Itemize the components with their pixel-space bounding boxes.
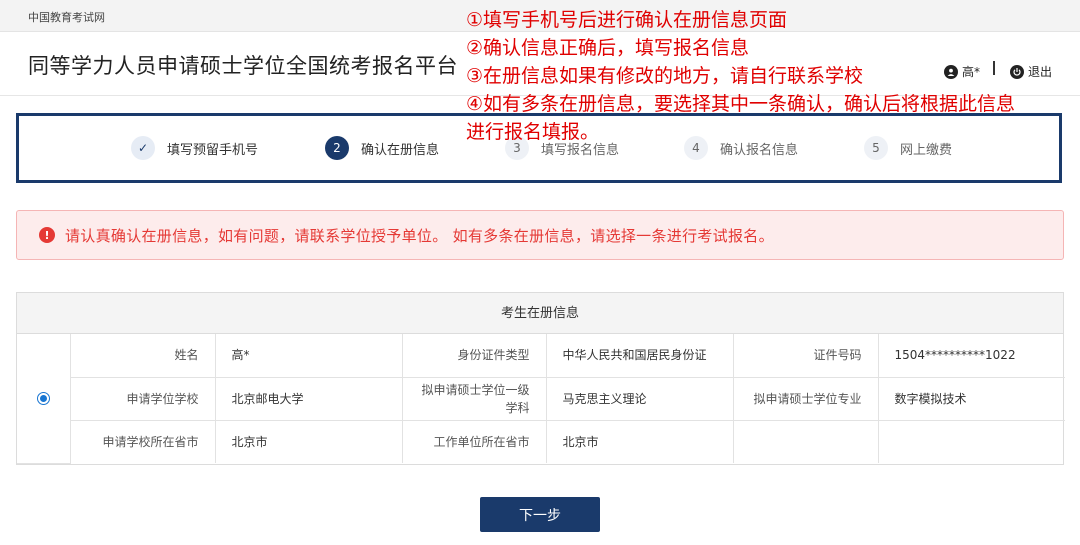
panel-heading: 考生在册信息 xyxy=(17,293,1063,334)
field-label: 申请学位学校 xyxy=(70,377,216,421)
field-value: 高* xyxy=(215,334,403,378)
exclamation-icon: ! xyxy=(39,227,55,243)
table-row: 姓名 高* 身份证件类型 中华人民共和国居民身份证 证件号码 1504*****… xyxy=(17,334,1065,464)
table-row: 申请学位学校 北京邮电大学 拟申请硕士学位一级学科 马克思主义理论 拟申请硕士学… xyxy=(17,377,1065,421)
field-label xyxy=(733,420,879,463)
warning-alert: ! 请认真确认在册信息，如有问题，请联系学位授予单位。 如有多条在册信息，请选择… xyxy=(16,210,1064,260)
step-2: 2 确认在册信息 xyxy=(325,136,439,160)
field-value: 数字模拟技术 xyxy=(878,377,1065,421)
step-label: 填写预留手机号 xyxy=(167,142,259,158)
enrollment-info-panel: 考生在册信息 姓名 高* 身份证件类型 中华人民共和国居民身份证 证件号码 15… xyxy=(16,292,1065,465)
field-label: 工作单位所在省市 xyxy=(402,420,547,463)
field-value: 中华人民共和国居民身份证 xyxy=(546,334,734,378)
field-value: 北京市 xyxy=(215,420,403,463)
step-number: 2 xyxy=(325,136,349,160)
field-label: 拟申请硕士学位一级学科 xyxy=(402,377,547,421)
field-value: 1504**********1022 xyxy=(878,334,1065,378)
annotation-line: ①填写手机号后进行确认在册信息页面 xyxy=(466,9,788,31)
instruction-annotation: ①填写手机号后进行确认在册信息页面 ②确认信息正确后，填写报名信息 ③在册信息如… xyxy=(466,6,1080,146)
record-radio[interactable] xyxy=(36,392,50,406)
field-value: 北京邮电大学 xyxy=(215,377,403,421)
step-label: 确认在册信息 xyxy=(361,142,440,158)
field-value: 马克思主义理论 xyxy=(546,377,734,421)
annotation-line: 进行报名填报。 xyxy=(466,121,600,143)
step-1: ✓ 填写预留手机号 xyxy=(131,136,258,160)
field-label: 申请学校所在省市 xyxy=(70,420,216,463)
field-label: 拟申请硕士学位专业 xyxy=(733,377,879,421)
annotation-line: ④如有多条在册信息，要选择其中一条确认，确认后将根据此信息 xyxy=(466,93,1016,115)
annotation-line: ②确认信息正确后，填写报名信息 xyxy=(466,37,750,59)
record-select-cell[interactable] xyxy=(17,334,71,464)
field-label: 证件号码 xyxy=(733,334,879,378)
alert-text: 请认真确认在册信息，如有问题，请联系学位授予单位。 如有多条在册信息，请选择一条… xyxy=(65,226,774,245)
field-value: 北京市 xyxy=(546,420,734,463)
field-value xyxy=(878,420,1065,463)
site-name[interactable]: 中国教育考试网 xyxy=(28,9,105,25)
enrollment-info-table: 姓名 高* 身份证件类型 中华人民共和国居民身份证 证件号码 1504*****… xyxy=(17,334,1065,464)
table-row: 申请学校所在省市 北京市 工作单位所在省市 北京市 xyxy=(17,420,1065,463)
field-label: 身份证件类型 xyxy=(402,334,547,378)
check-icon: ✓ xyxy=(131,136,155,160)
annotation-line: ③在册信息如果有修改的地方，请自行联系学校 xyxy=(466,65,864,87)
next-step-button[interactable]: 下一步 xyxy=(480,497,600,532)
field-label: 姓名 xyxy=(70,334,216,378)
page-title: 同等学力人员申请硕士学位全国统考报名平台 xyxy=(28,54,458,78)
